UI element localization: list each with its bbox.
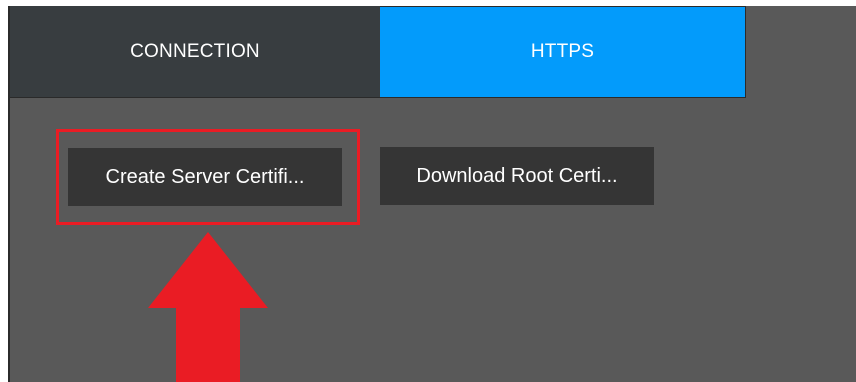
tab-https[interactable]: HTTPS (380, 6, 746, 98)
tab-bar: CONNECTION HTTPS (10, 6, 856, 98)
create-server-certificate-button[interactable]: Create Server Certifi... (68, 148, 342, 206)
tab-connection-label: CONNECTION (130, 40, 260, 62)
download-root-certificate-label: Download Root Certi... (416, 164, 618, 187)
download-root-certificate-button[interactable]: Download Root Certi... (380, 147, 654, 205)
tab-connection[interactable]: CONNECTION (10, 6, 380, 98)
https-settings-panel: CONNECTION HTTPS Create Server Certifi..… (8, 6, 856, 382)
create-server-certificate-label: Create Server Certifi... (105, 165, 305, 188)
annotation-arrow-icon (148, 232, 268, 382)
tab-https-label: HTTPS (530, 41, 595, 62)
